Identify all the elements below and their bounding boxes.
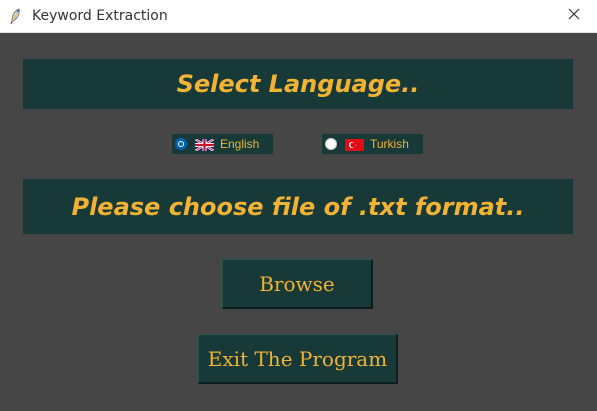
english-radio-button[interactable]: [175, 138, 187, 150]
close-icon: [568, 7, 580, 25]
choose-file-heading: Please choose file of .txt format..: [23, 179, 573, 234]
title-bar[interactable]: Keyword Extraction: [0, 0, 597, 33]
close-button[interactable]: [551, 0, 597, 32]
exit-program-button[interactable]: Exit The Program: [198, 334, 398, 384]
turkish-label: Turkish: [370, 137, 409, 151]
app-window: Keyword Extraction Select Language.. Eng…: [0, 0, 597, 411]
turkey-flag-icon: [345, 138, 364, 151]
english-radio-option[interactable]: English: [172, 134, 273, 154]
turkish-radio-option[interactable]: Turkish: [322, 134, 423, 154]
select-language-heading: Select Language..: [23, 59, 573, 109]
window-title: Keyword Extraction: [32, 8, 168, 24]
turkish-radio-button[interactable]: [325, 138, 337, 150]
uk-flag-icon: [194, 137, 215, 153]
feather-quill-icon: [8, 7, 24, 25]
browse-button[interactable]: Browse: [222, 259, 373, 309]
english-label: English: [220, 137, 260, 151]
